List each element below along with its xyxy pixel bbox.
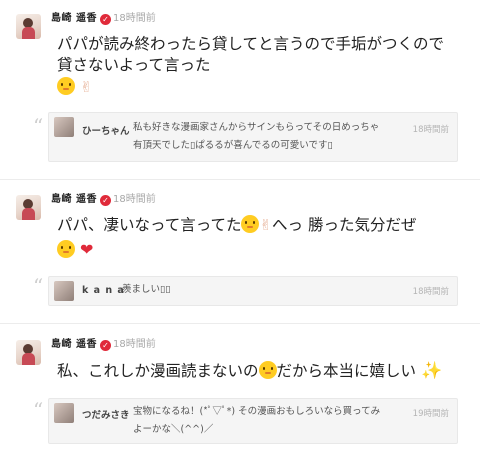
emoji-face-icon	[57, 77, 75, 95]
quote-icon: “	[33, 274, 44, 298]
post-header: 島崎 遥香 ✓ 18時間前	[51, 338, 156, 352]
post-text-line: パパ、凄いなって言ってた	[57, 216, 242, 234]
avatar[interactable]	[16, 195, 41, 220]
commenter-name[interactable]: つだみさき	[82, 407, 130, 421]
comment-text: 有頂天でした▯ぱるるが喜んでるの可愛いです▯	[133, 140, 333, 151]
post-text-line: パパが読み終わったら貸してと言うので手垢がつくので	[57, 35, 445, 53]
commenter-avatar[interactable]	[54, 117, 74, 137]
comment-time: 18時間前	[412, 125, 449, 135]
comment-box[interactable]: つだみさき 宝物になるね！(*ﾟ▽ﾟ*) その漫画おもしろいなら買ってみ よーか…	[48, 398, 458, 444]
quote-icon: “	[33, 114, 44, 138]
post-text: パパ、凄いなって言ってた ✌へっ 勝った気分だぜ ❤	[57, 215, 416, 261]
emoji-face-icon	[241, 215, 260, 233]
author-name[interactable]: 島崎 遥香	[51, 194, 97, 205]
sparkle-icon: ✨	[420, 361, 443, 381]
commenter-avatar[interactable]	[54, 403, 74, 423]
avatar[interactable]	[16, 14, 41, 39]
post-time: 18時間前	[112, 339, 156, 350]
comment-text: 宝物になるね！(*ﾟ▽ﾟ*) その漫画おもしろいなら買ってみ	[133, 406, 381, 417]
comment-box[interactable]: k a n a 羨ましい▯▯ 18時間前	[48, 276, 458, 306]
post-text-line: 私、これしか漫画読まないの	[57, 362, 259, 380]
verified-icon: ✓	[99, 195, 111, 206]
post-text-line: だから本当に嬉しい	[276, 362, 417, 380]
emoji-face-icon	[258, 361, 277, 379]
post-text-line: へっ 勝った気分だぜ	[272, 216, 417, 234]
commenter-name[interactable]: k a n a	[82, 285, 125, 296]
emoji-face-icon	[57, 240, 75, 258]
comment-text: 私も好きな漫画家さんからサインもらってその日めっちゃ	[133, 122, 380, 133]
comment-box[interactable]: ひーちゃん 私も好きな漫画家さんからサインもらってその日めっちゃ 有頂天でした▯…	[48, 112, 458, 162]
quote-icon: “	[33, 398, 44, 422]
avatar[interactable]	[16, 340, 41, 365]
author-name[interactable]: 島崎 遥香	[51, 13, 97, 24]
post-header: 島崎 遥香 ✓ 18時間前	[51, 193, 156, 207]
commenter-name[interactable]: ひーちゃん	[82, 123, 130, 137]
peace-hand-icon: ✌	[259, 216, 273, 234]
commenter-avatar[interactable]	[54, 281, 74, 301]
post-text: パパが読み終わったら貸してと言うので手垢がつくので 貸さないよって言った ✌	[57, 34, 444, 98]
post-header: 島崎 遥香 ✓ 18時間前	[51, 12, 156, 26]
verified-icon: ✓	[99, 14, 111, 25]
post-time: 18時間前	[112, 13, 156, 24]
post-time: 18時間前	[112, 194, 156, 205]
post-text-line: 貸さないよって言った	[57, 56, 211, 74]
comment-time: 19時間前	[412, 409, 449, 419]
author-name[interactable]: 島崎 遥香	[51, 339, 97, 350]
comment-text: 羨ましい▯▯	[122, 284, 171, 295]
post-text: 私、これしか漫画読まないの だから本当に嬉しい ✨	[57, 361, 442, 382]
comment-text: よーかな＼(^^)／	[133, 424, 214, 435]
verified-icon: ✓	[99, 340, 111, 351]
heart-icon: ❤	[79, 240, 94, 259]
divider	[0, 179, 480, 180]
divider	[0, 323, 480, 324]
comment-time: 18時間前	[412, 287, 449, 297]
peace-hand-icon: ✌	[79, 78, 93, 96]
